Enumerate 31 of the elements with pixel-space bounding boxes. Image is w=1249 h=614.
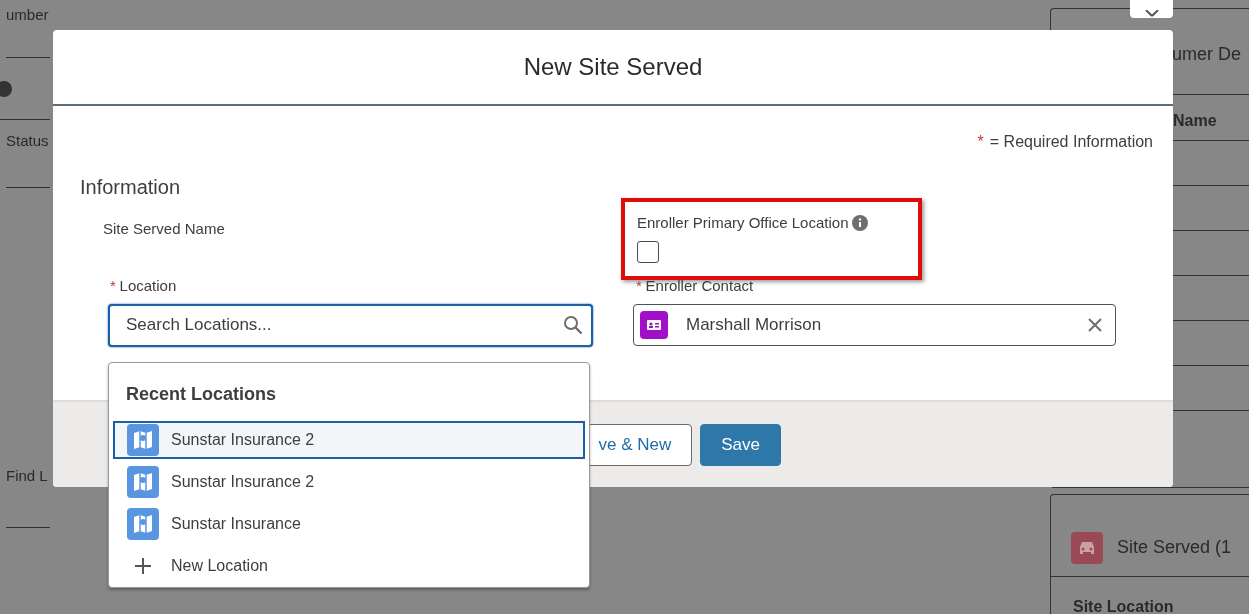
map-icon	[127, 508, 159, 540]
column-header: Site Location	[1072, 597, 1175, 614]
dropdown-item[interactable]: Sunstar Insurance 2	[113, 421, 585, 459]
close-button[interactable]	[1130, 0, 1173, 18]
required-mark: *	[636, 276, 642, 296]
field-label: Enroller Primary Office Location	[637, 213, 849, 233]
field-label: Location	[119, 276, 177, 296]
field-label: Find L	[6, 465, 48, 486]
dropdown-item[interactable]: Sunstar Insurance	[113, 505, 585, 543]
search-field[interactable]: Search Locations...	[108, 303, 593, 347]
save-button[interactable]: Save	[700, 423, 781, 466]
field-label: Enroller Contact	[645, 276, 754, 296]
field-label: Status	[6, 131, 49, 151]
dropdown-item[interactable]: New Location	[113, 547, 585, 585]
section-title: Information	[80, 175, 182, 200]
search-icon	[563, 314, 583, 335]
lookup-field[interactable]: Marshall Morrison	[633, 303, 1116, 346]
contact-card-icon	[640, 310, 668, 339]
field-label: umber	[6, 5, 49, 25]
clear-icon[interactable]	[1087, 316, 1103, 333]
panel-title: Site Served (1	[1117, 536, 1232, 559]
required-mark: *	[977, 132, 984, 152]
car-icon	[1071, 531, 1103, 564]
dropdown-heading: Recent Locations	[125, 383, 278, 406]
map-icon	[127, 424, 159, 456]
map-icon	[127, 466, 159, 498]
field-label: Site Served Name	[103, 219, 225, 239]
modal-title: New Site Served	[53, 30, 1173, 106]
checkbox[interactable]	[637, 240, 659, 263]
dropdown-item[interactable]: Sunstar Insurance 2	[113, 463, 585, 501]
required-mark: *	[110, 276, 116, 296]
